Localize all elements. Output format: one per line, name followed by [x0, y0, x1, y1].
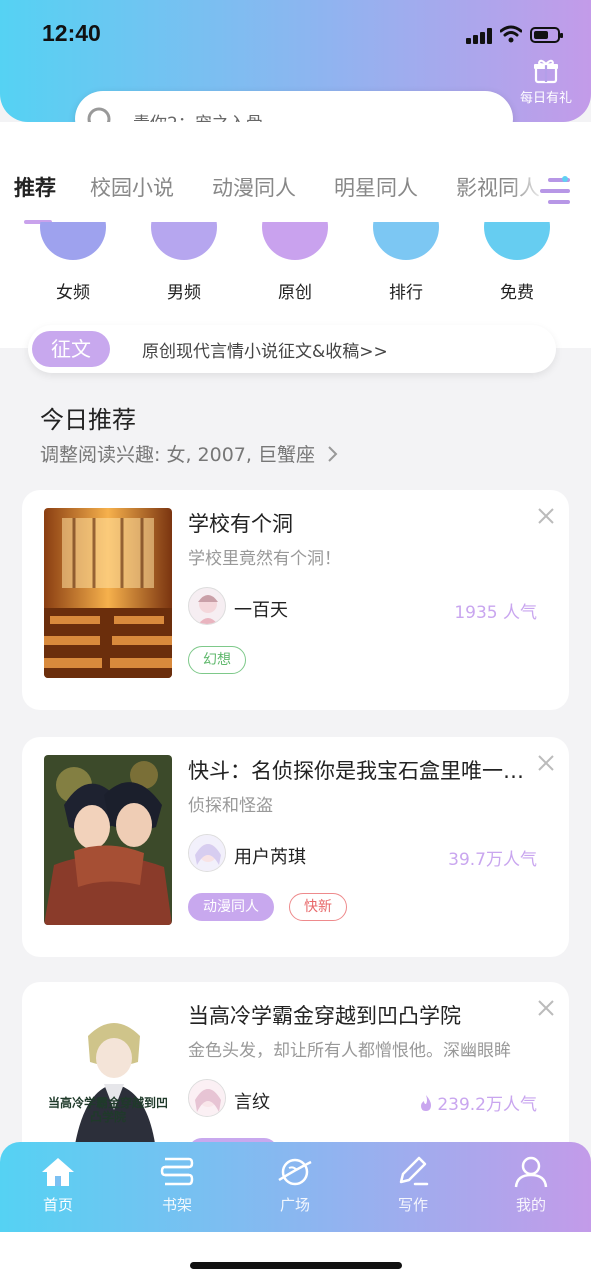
- chevron-right-icon: [328, 446, 338, 462]
- tab-anime-fanfic[interactable]: 动漫同人: [212, 172, 296, 202]
- planet-icon: [278, 1158, 312, 1186]
- male-category-icon: [151, 222, 217, 260]
- book-title: 当高冷学霸金穿越到凹凸学院: [188, 1004, 461, 1028]
- pen-icon: [399, 1156, 429, 1186]
- nav-label: 写作: [397, 1196, 428, 1214]
- home-indicator[interactable]: [190, 1262, 402, 1269]
- fire-icon: [421, 1095, 432, 1111]
- home-indicator-area: [0, 1232, 591, 1280]
- nav-write[interactable]: 写作: [368, 1156, 458, 1215]
- genre-tag[interactable]: 幻想: [188, 646, 246, 674]
- daily-gift-label: 每日有礼: [519, 91, 572, 106]
- author-name: 言纹: [234, 1092, 270, 1113]
- author-name: 一百天: [234, 600, 288, 621]
- gift-icon: [534, 59, 558, 84]
- reading-interest-link[interactable]: 调整阅读兴趣: 女, 2007, 巨蟹座: [40, 440, 339, 467]
- popularity-count: 1935 人气: [454, 603, 537, 623]
- home-icon: [42, 1158, 74, 1186]
- nav-profile[interactable]: 我的: [486, 1156, 576, 1215]
- book-title: 学校有个洞: [188, 512, 293, 536]
- book-cover: [44, 508, 172, 678]
- nav-home[interactable]: 首页: [13, 1156, 103, 1215]
- reading-interest-text: 调整阅读兴趣: 女, 2007, 巨蟹座: [40, 444, 315, 466]
- genre-tag[interactable]: 动漫同人: [188, 893, 274, 921]
- category-label: 排行: [389, 283, 423, 303]
- nav-label: 我的: [515, 1196, 546, 1214]
- battery-icon: [530, 27, 563, 43]
- pairing-tag[interactable]: 快新: [289, 893, 347, 921]
- contest-text: 原创现代言情小说征文&收稿>>: [142, 342, 388, 362]
- book-card[interactable]: 快斗：名侦探你是我宝石盒里唯一的宝石 侦探和怪盗 用户芮琪 39.7万人气 动漫…: [22, 737, 569, 957]
- close-icon[interactable]: [536, 753, 556, 773]
- author-avatar[interactable]: [188, 587, 226, 625]
- status-time: 12:40: [42, 20, 101, 46]
- ranking-category-icon: [373, 222, 439, 260]
- popularity-value: 239.2万人气: [437, 1095, 537, 1115]
- contest-tag: 征文: [32, 331, 110, 367]
- bottom-navigation: 首页 书架 广场 写作 我的: [0, 1142, 591, 1232]
- book-cover: [44, 755, 172, 925]
- tab-recommended[interactable]: 推荐: [14, 172, 56, 202]
- wifi-icon: [500, 25, 522, 43]
- tab-menu-icon[interactable]: [538, 176, 570, 206]
- category-label: 免费: [500, 283, 534, 303]
- popularity-count: 239.2万人气: [419, 1090, 537, 1115]
- tab-campus-novel[interactable]: 校园小说: [90, 172, 174, 202]
- book-description: 金色头发，却让所有人都憎恨他。深幽眼眸: [188, 1041, 511, 1061]
- section-title: 今日推荐: [40, 406, 136, 434]
- nav-bookshelf[interactable]: 书架: [132, 1156, 222, 1215]
- user-icon: [514, 1156, 548, 1188]
- daily-gift-button[interactable]: 每日有礼: [514, 58, 578, 106]
- free-category-icon: [484, 222, 550, 260]
- book-description: 学校里竟然有个洞！: [188, 549, 341, 569]
- category-label: 男频: [167, 283, 201, 303]
- status-bar: 12:40: [0, 0, 591, 70]
- category-label: 女频: [56, 283, 90, 303]
- nav-plaza[interactable]: 广场: [250, 1156, 340, 1215]
- tab-celebrity-fanfic[interactable]: 明星同人: [334, 172, 418, 202]
- cover-title-text: 当高冷学霸金穿越到凹凸学院: [48, 1096, 169, 1124]
- book-description: 侦探和怪盗: [188, 796, 273, 816]
- book-title: 快斗：名侦探你是我宝石盒里唯一的宝石: [188, 759, 528, 783]
- bookshelf-icon: [160, 1157, 194, 1186]
- close-icon[interactable]: [536, 506, 556, 526]
- close-icon[interactable]: [536, 998, 556, 1018]
- category-label: 原创: [278, 283, 312, 303]
- contest-banner[interactable]: 征文 原创现代言情小说征文&收稿>>: [28, 325, 556, 373]
- nav-label: 广场: [279, 1196, 310, 1214]
- nav-label: 首页: [42, 1196, 73, 1214]
- popularity-count: 39.7万人气: [448, 850, 537, 870]
- author-avatar[interactable]: [188, 834, 226, 872]
- female-category-icon: [40, 222, 106, 260]
- original-category-icon: [262, 222, 328, 260]
- category-shortcuts: 女频 男频 原创 排行 免费: [0, 222, 591, 312]
- cellular-signal-icon: [466, 28, 494, 44]
- nav-label: 书架: [161, 1196, 192, 1214]
- book-card[interactable]: 学校有个洞 学校里竟然有个洞！ 一百天 1935 人气 幻想: [22, 490, 569, 710]
- author-avatar[interactable]: [188, 1079, 226, 1117]
- category-tabs: 推荐 校园小说 动漫同人 明星同人 影视同人: [0, 172, 591, 212]
- author-name: 用户芮琪: [234, 847, 306, 868]
